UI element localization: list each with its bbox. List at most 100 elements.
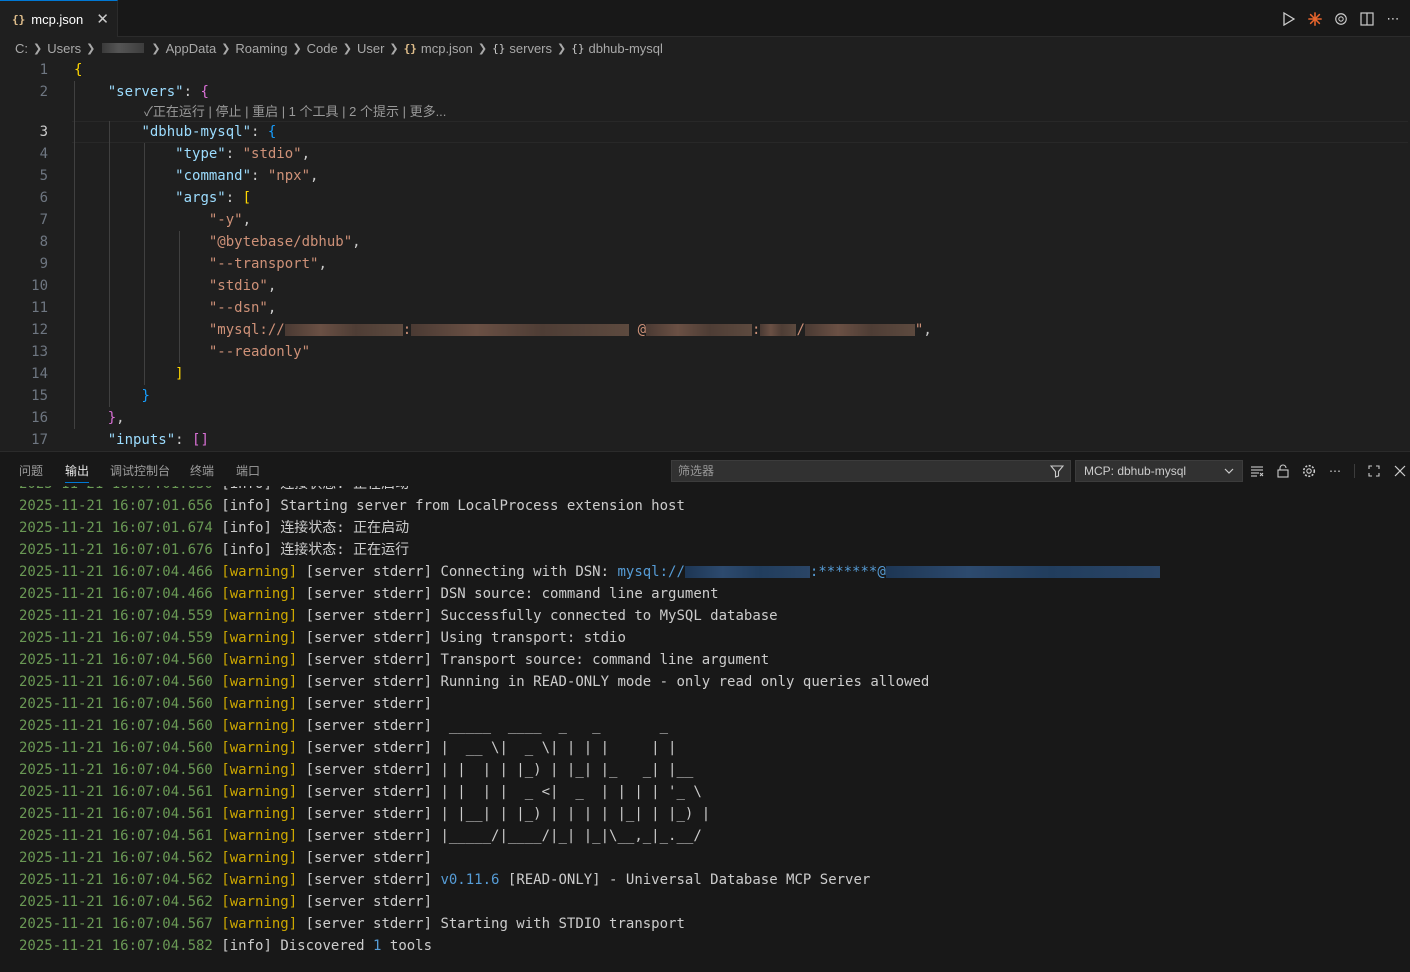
more-icon[interactable]: ⋯ (1386, 11, 1400, 26)
output-line: 2025-11-21 16:07:04.559 [warning] [serve… (19, 627, 626, 649)
chevron-right-icon: ❯ (33, 42, 43, 55)
breadcrumb-file[interactable]: mcp.json (421, 41, 473, 56)
code-line[interactable]: 1{ (0, 59, 1410, 81)
log-timestamp: 2025-11-21 16:07:04.466 (19, 564, 222, 580)
log-message: [server stderr] Starting with STDIO tran… (305, 916, 685, 932)
indent-guide (144, 143, 145, 385)
log-message: [server stderr] Running in READ-ONLY mod… (305, 674, 930, 690)
dsn-link[interactable]: mysql:// (617, 564, 684, 580)
log-message: [server stderr] (305, 850, 433, 866)
codelens[interactable]: ✓正在运行 | 停止 | 重启 | 1 个工具 | 2 个提示 | 更多... (144, 103, 446, 121)
log-timestamp: 2025-11-21 16:07:04.560 (19, 674, 222, 690)
tab-debug-console[interactable]: 调试控制台 (110, 462, 170, 479)
code-line[interactable]: 4 "type": "stdio", (0, 143, 1410, 165)
log-message: [server stderr] Using transport: stdio (305, 630, 626, 646)
dsn-link[interactable]: :*******@ (810, 564, 886, 580)
code-line[interactable]: 2 "servers": { (0, 81, 1410, 103)
channel-value: MCP: dbhub-mysql (1084, 464, 1187, 478)
log-timestamp: 2025-11-21 16:07:01.650 (19, 486, 221, 492)
output-line: 2025-11-21 16:07:04.466 [warning] [serve… (19, 583, 719, 605)
editor-tab-bar: {} mcp.json ✕ ⋯ (0, 0, 1410, 37)
code-line[interactable]: 11 "--dsn", (0, 297, 1410, 319)
log-timestamp: 2025-11-21 16:07:04.561 (19, 806, 222, 822)
filter-placeholder: 筛选器 (678, 464, 715, 478)
code-line[interactable]: 15 } (0, 385, 1410, 407)
code-line[interactable]: 12 "mysql://: @: / ", (0, 319, 1410, 341)
openai-icon[interactable] (1334, 12, 1348, 26)
line-number: 1 (39, 62, 48, 78)
code-text: "--transport", (208, 256, 327, 272)
breadcrumb-users[interactable]: Users (47, 41, 81, 56)
breadcrumb: C: ❯ Users ❯ ❯ AppData ❯ Roaming ❯ Code ❯ Use… (0, 37, 1410, 59)
breadcrumb-roaming[interactable]: Roaming (235, 41, 287, 56)
output-line: 2025-11-21 16:07:04.466 [warning] [serve… (19, 561, 1160, 583)
log-level: [info] (221, 486, 280, 492)
tab-mcp-json[interactable]: {} mcp.json ✕ (0, 0, 118, 37)
log-message: 连接状态: 正在启动 (280, 486, 409, 492)
code-line[interactable]: 13 "--readonly" (0, 341, 1410, 363)
output-log[interactable]: 2025-11-21 16:07:01.650 [info] 连接状态: 正在启… (0, 486, 1410, 972)
log-level: [warning] (221, 850, 306, 866)
code-editor[interactable]: ✓正在运行 | 停止 | 重启 | 1 个工具 | 2 个提示 | 更多... … (0, 59, 1410, 451)
breadcrumb-servers[interactable]: servers (509, 41, 552, 56)
more-icon[interactable]: ⋯ (1328, 464, 1342, 478)
breadcrumb-appdata[interactable]: AppData (166, 41, 217, 56)
output-channel-select[interactable]: MCP: dbhub-mysql (1075, 460, 1243, 482)
tab-output[interactable]: 输出 (65, 462, 90, 483)
breadcrumb-server[interactable]: dbhub-mysql (588, 41, 662, 56)
code-text: }, (107, 410, 125, 426)
code-line[interactable]: 7 "-y", (0, 209, 1410, 231)
code-line[interactable]: 10 "stdio", (0, 275, 1410, 297)
breadcrumb-code[interactable]: Code (307, 41, 338, 56)
log-message: [server stderr] Transport source: comman… (305, 652, 770, 668)
output-line: 2025-11-21 16:07:04.559 [warning] [serve… (19, 605, 778, 627)
code-line[interactable]: 9 "--transport", (0, 253, 1410, 275)
copilot-icon[interactable] (1308, 11, 1322, 26)
tab-ports[interactable]: 端口 (236, 462, 260, 479)
log-level: [info] (221, 542, 281, 558)
line-number: 4 (39, 146, 48, 162)
log-level: [info] (221, 498, 281, 514)
line-number: 14 (31, 366, 48, 382)
log-timestamp: 2025-11-21 16:07:01.676 (19, 542, 222, 558)
chevron-right-icon: ❯ (86, 42, 96, 55)
line-number: 3 (39, 124, 48, 140)
maximize-panel-icon[interactable] (1367, 464, 1381, 478)
close-tab-icon[interactable]: ✕ (96, 10, 109, 28)
filter-input[interactable]: 筛选器 (671, 460, 1071, 482)
code-line[interactable]: 6 "args": [ (0, 187, 1410, 209)
clear-output-icon[interactable] (1250, 464, 1264, 478)
filter-icon[interactable] (1049, 464, 1065, 484)
close-panel-icon[interactable] (1393, 464, 1407, 478)
log-level: [warning] (221, 564, 306, 580)
run-icon[interactable] (1282, 11, 1296, 26)
log-timestamp: 2025-11-21 16:07:04.561 (19, 828, 222, 844)
code-line[interactable]: 14 ] (0, 363, 1410, 385)
tab-problems[interactable]: 问题 (19, 462, 43, 479)
log-timestamp: 2025-11-21 16:07:04.466 (19, 586, 222, 602)
code-line[interactable]: 17 "inputs": [] (0, 429, 1410, 451)
breadcrumb-drive[interactable]: C: (15, 41, 28, 56)
log-level: [warning] (221, 652, 306, 668)
log-level: [warning] (221, 586, 306, 602)
tab-terminal[interactable]: 终端 (190, 462, 214, 479)
object-icon: {} (492, 41, 506, 55)
breadcrumb-user[interactable]: User (357, 41, 384, 56)
code-line[interactable]: 8 "@bytebase/dbhub", (0, 231, 1410, 253)
code-text: "servers": { (107, 84, 209, 100)
chevron-right-icon: ❯ (151, 42, 161, 55)
log-level: [warning] (221, 784, 306, 800)
code-text: { (74, 62, 83, 78)
split-editor-icon[interactable] (1360, 11, 1374, 26)
lock-scroll-icon[interactable] (1276, 464, 1290, 478)
code-line[interactable]: 3 "dbhub-mysql": { (0, 121, 1410, 143)
code-text: } (141, 388, 150, 404)
log-timestamp: 2025-11-21 16:07:04.582 (19, 938, 222, 954)
gear-icon[interactable] (1302, 464, 1316, 478)
code-line[interactable]: 16 }, (0, 407, 1410, 429)
line-number: 11 (31, 300, 48, 316)
line-number: 10 (31, 278, 48, 294)
json-file-icon: {} (12, 12, 26, 26)
bottom-panel: 问题 输出 调试控制台 终端 端口 筛选器 MCP: dbhub-mysql ⋯… (0, 451, 1410, 972)
code-line[interactable]: 5 "command": "npx", (0, 165, 1410, 187)
